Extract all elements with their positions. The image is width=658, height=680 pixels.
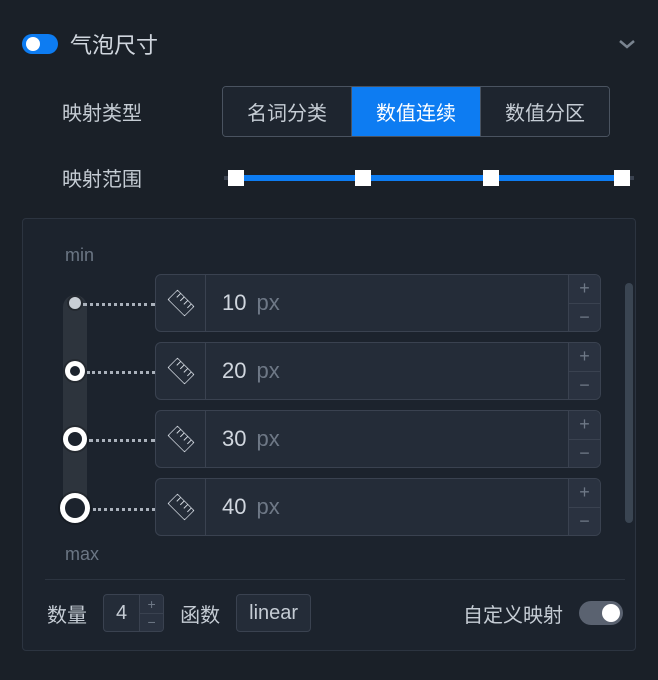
- size-unit-0: px: [256, 290, 279, 316]
- chevron-down-icon[interactable]: [618, 33, 636, 56]
- count-value: 4: [104, 595, 139, 631]
- mapping-type-segment: 名词分类 数值连续 数值分区: [222, 86, 610, 137]
- step-up-1[interactable]: +: [569, 343, 600, 372]
- size-value-2: 30: [222, 426, 246, 452]
- ruler-icon[interactable]: [156, 275, 206, 331]
- custom-mapping-toggle[interactable]: [579, 601, 623, 625]
- count-stepper: + −: [139, 595, 163, 631]
- range-handle-2[interactable]: [483, 170, 499, 186]
- step-down-2[interactable]: −: [569, 440, 600, 468]
- function-label: 函数: [180, 599, 220, 628]
- mapping-range-slider[interactable]: [224, 164, 634, 192]
- size-unit-2: px: [256, 426, 279, 452]
- range-track-active: [236, 175, 621, 181]
- step-up-0[interactable]: +: [569, 275, 600, 304]
- vertical-track-bg: [63, 295, 87, 515]
- connector-0: [83, 303, 155, 306]
- ruler-icon[interactable]: [156, 411, 206, 467]
- max-label: max: [45, 544, 625, 565]
- step-up-3[interactable]: +: [569, 479, 600, 508]
- size-row-3: 40 px + −: [155, 478, 601, 536]
- scrollbar[interactable]: [625, 283, 633, 523]
- size-stepper-0: + −: [568, 275, 600, 331]
- step-up-2[interactable]: +: [569, 411, 600, 440]
- connector-1: [87, 371, 155, 374]
- size-value-1: 20: [222, 358, 246, 384]
- custom-mapping-label: 自定义映射: [463, 599, 563, 628]
- step-down-1[interactable]: −: [569, 372, 600, 400]
- ruler-icon[interactable]: [156, 343, 206, 399]
- section-title: 气泡尺寸: [70, 28, 158, 60]
- mapping-type-label: 映射类型: [22, 97, 222, 126]
- mapping-range-label: 映射范围: [22, 163, 222, 192]
- size-row-2: 30 px + −: [155, 410, 601, 468]
- size-unit-1: px: [256, 358, 279, 384]
- size-stepper-3: + −: [568, 479, 600, 535]
- size-value-0: 10: [222, 290, 246, 316]
- range-handle-3[interactable]: [614, 170, 630, 186]
- size-mapping-panel: min 10 px + −: [22, 218, 636, 651]
- min-label: min: [45, 245, 625, 266]
- size-input-2[interactable]: 30 px: [206, 411, 568, 467]
- size-input-1[interactable]: 20 px: [206, 343, 568, 399]
- vertical-track: [53, 285, 133, 525]
- function-value: linear: [249, 602, 298, 625]
- count-input[interactable]: 4 + −: [103, 594, 164, 632]
- range-handle-0[interactable]: [228, 170, 244, 186]
- vertical-node-1[interactable]: [65, 361, 85, 381]
- count-label: 数量: [47, 599, 87, 628]
- seg-option-1[interactable]: 数值连续: [352, 87, 481, 136]
- size-stepper-1: + −: [568, 343, 600, 399]
- size-input-3[interactable]: 40 px: [206, 479, 568, 535]
- panel-footer: 数量 4 + − 函数 linear 自定义映射: [45, 579, 625, 632]
- count-step-down[interactable]: −: [140, 614, 163, 632]
- size-row-0: 10 px + −: [155, 274, 601, 332]
- size-stepper-2: + −: [568, 411, 600, 467]
- size-row-1: 20 px + −: [155, 342, 601, 400]
- vertical-node-0[interactable]: [69, 297, 81, 309]
- range-handle-1[interactable]: [355, 170, 371, 186]
- size-value-3: 40: [222, 494, 246, 520]
- step-down-0[interactable]: −: [569, 304, 600, 332]
- vertical-node-3[interactable]: [60, 493, 90, 523]
- size-input-0[interactable]: 10 px: [206, 275, 568, 331]
- step-down-3[interactable]: −: [569, 508, 600, 536]
- ruler-icon[interactable]: [156, 479, 206, 535]
- function-select[interactable]: linear: [236, 594, 311, 632]
- vertical-node-2[interactable]: [63, 427, 87, 451]
- connector-3: [93, 508, 155, 511]
- seg-option-2[interactable]: 数值分区: [481, 87, 609, 136]
- bubble-size-toggle[interactable]: [22, 34, 58, 54]
- connector-2: [89, 439, 155, 442]
- count-step-up[interactable]: +: [140, 595, 163, 614]
- size-unit-3: px: [256, 494, 279, 520]
- seg-option-0[interactable]: 名词分类: [223, 87, 352, 136]
